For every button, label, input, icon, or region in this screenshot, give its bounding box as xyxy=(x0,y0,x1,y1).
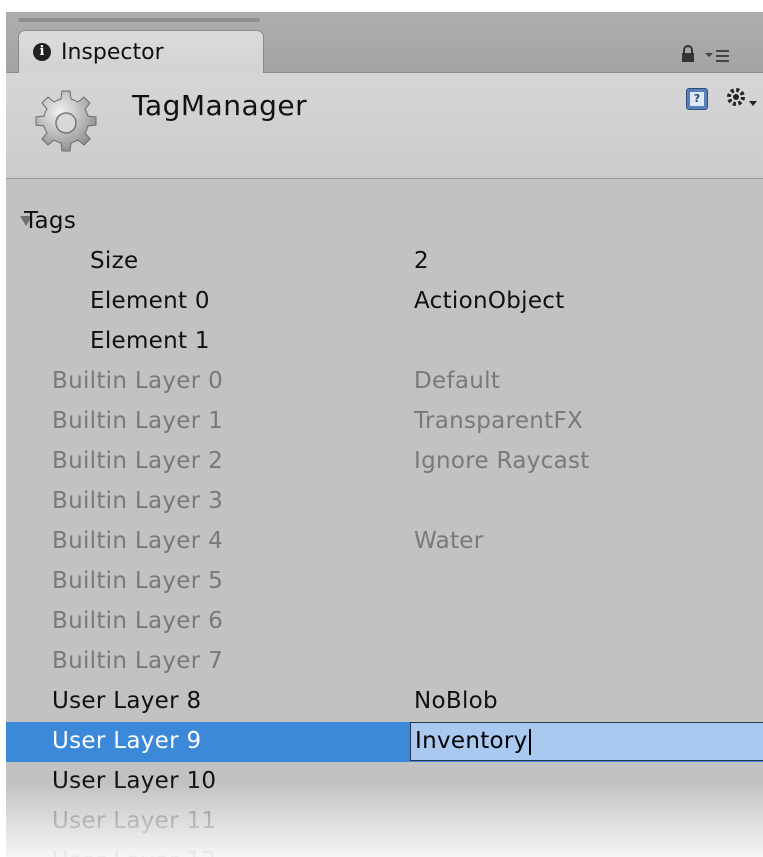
help-icon[interactable]: ? xyxy=(686,88,708,110)
layer-row: Builtin Layer 1 TransparentFX xyxy=(6,402,763,442)
inspector-header: TagManager ? xyxy=(6,73,763,179)
layer-row: Builtin Layer 2 Ignore Raycast xyxy=(6,442,763,482)
inspector-window: i Inspector TagManager ? Tags Size 2 Ele… xyxy=(6,12,763,857)
layer-row: User Layer 12 xyxy=(6,842,763,857)
tag-layer-list: Tags Size 2 Element 0 ActionObject Eleme… xyxy=(6,202,763,857)
tab-inspector[interactable]: i Inspector xyxy=(18,30,264,73)
layer-label: User Layer 9 xyxy=(52,728,202,754)
tab-strip-divider xyxy=(18,18,260,22)
layer-label: User Layer 8 xyxy=(52,688,202,714)
layer-label: Builtin Layer 4 xyxy=(52,528,224,554)
text-caret xyxy=(528,728,531,755)
tag-element-row: Element 1 xyxy=(6,322,763,362)
tab-strip: i Inspector xyxy=(6,12,763,73)
tags-label: Tags xyxy=(24,208,77,234)
tag-element-label: Element 1 xyxy=(90,328,210,354)
tab-menu-icon[interactable] xyxy=(704,46,730,64)
layer-row: User Layer 11 xyxy=(6,802,763,842)
tags-foldout[interactable]: Tags xyxy=(6,202,763,242)
info-icon: i xyxy=(33,43,51,61)
size-field[interactable]: 2 xyxy=(414,248,429,274)
layer-label: Builtin Layer 5 xyxy=(52,568,224,594)
layer-label: Builtin Layer 3 xyxy=(52,488,224,514)
layer-input-value: Inventory xyxy=(415,728,531,755)
layer-row: Builtin Layer 3 xyxy=(6,482,763,522)
layer-row: User Layer 10 xyxy=(6,762,763,802)
layer-row: Builtin Layer 6 xyxy=(6,602,763,642)
layer-label: Builtin Layer 2 xyxy=(52,448,224,474)
component-title: TagManager xyxy=(132,89,308,122)
layer-label: Builtin Layer 6 xyxy=(52,608,224,634)
settings-gear-icon[interactable] xyxy=(725,86,759,110)
layer-row: Builtin Layer 7 xyxy=(6,642,763,682)
layer-field: TransparentFX xyxy=(414,408,584,434)
layer-row: User Layer 8 NoBlob xyxy=(6,682,763,722)
layer-row-selected[interactable]: User Layer 9 Inventory xyxy=(6,722,763,762)
layer-field[interactable]: NoBlob xyxy=(414,688,498,714)
tags-size-row: Size 2 xyxy=(6,242,763,282)
layer-row: Builtin Layer 4 Water xyxy=(6,522,763,562)
layer-label: Builtin Layer 0 xyxy=(52,368,224,394)
layer-label: Builtin Layer 1 xyxy=(52,408,224,434)
layer-name-input[interactable]: Inventory xyxy=(410,722,763,761)
layer-field: Ignore Raycast xyxy=(414,448,590,474)
size-label: Size xyxy=(90,248,139,274)
layer-row: Builtin Layer 0 Default xyxy=(6,362,763,402)
layer-field: Default xyxy=(414,368,501,394)
gear-icon xyxy=(35,90,97,152)
layer-row: Builtin Layer 5 xyxy=(6,562,763,602)
layer-label: User Layer 10 xyxy=(52,768,217,794)
layer-label: User Layer 12 xyxy=(52,848,216,857)
layer-label: User Layer 11 xyxy=(52,808,217,834)
tab-label: Inspector xyxy=(61,39,164,65)
layer-label: Builtin Layer 7 xyxy=(52,648,224,674)
tag-element-field[interactable]: ActionObject xyxy=(414,288,565,314)
layer-field: Water xyxy=(414,528,484,554)
tag-element-label: Element 0 xyxy=(90,288,210,314)
tag-element-row: Element 0 ActionObject xyxy=(6,282,763,322)
lock-icon[interactable] xyxy=(678,44,698,64)
